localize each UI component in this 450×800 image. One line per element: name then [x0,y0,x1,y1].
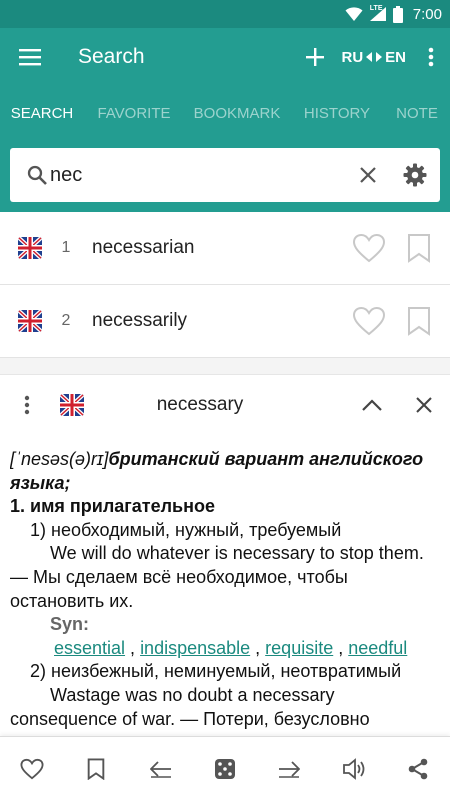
add-button[interactable] [295,28,335,86]
close-icon [360,167,376,183]
status-bar: LTE 7:00 [0,0,450,28]
heart-outline-icon [20,758,44,779]
app-bar: Search RU EN [0,28,450,86]
settings-button[interactable] [390,163,440,187]
list-item[interactable]: 1 necessarian [0,212,450,285]
example-1: We will do whatever is necessary to stop… [10,543,424,611]
menu-icon [19,49,41,66]
swap-arrows-icon [366,52,383,62]
pronounce-button[interactable] [329,744,379,794]
favorite-word-button[interactable] [7,744,57,794]
synonyms-label: Syn: [50,614,90,635]
close-icon [416,396,432,413]
result-number: 1 [61,239,71,256]
results-list: 1 necessarian 2 necessarily [0,212,450,358]
previous-word-button[interactable] [136,744,186,794]
result-number: 2 [61,312,71,329]
card-header: necessary [0,374,450,434]
favorite-button[interactable] [344,306,394,336]
battery-icon [392,5,403,23]
random-word-button[interactable] [200,744,250,794]
next-word-button[interactable] [264,744,314,794]
heart-outline-icon [352,233,386,263]
sense-2: 2) неизбежный, неминуемый, неотвратимый [30,661,402,682]
card-title: necessary [156,393,244,415]
clock: 7:00 [412,5,442,23]
more-vert-icon [24,395,30,414]
bookmark-button[interactable] [394,306,444,336]
search-box [10,148,440,202]
more-vert-icon [428,47,434,67]
signal-icon: LTE [369,5,387,22]
share-button[interactable] [393,744,443,794]
tab-bar: SEARCH FAVORITE BOOKMARK HISTORY NOTE [0,86,450,142]
search-icon [10,165,50,185]
bookmark-outline-icon [408,234,430,263]
tab-search[interactable]: SEARCH [0,86,84,142]
arrow-right-icon [279,760,301,778]
synonym-link[interactable]: essential [54,638,125,658]
menu-button[interactable] [0,28,60,86]
example-2: Wastage was no doubt a necessary consequ… [10,684,370,729]
dice-icon [214,758,235,779]
tab-history[interactable]: HISTORY [290,86,384,142]
bottom-toolbar [0,736,450,800]
list-item[interactable]: 2 necessarily [0,285,450,358]
tab-note[interactable]: NOTE [384,86,450,142]
synonym-link[interactable]: requisite [265,638,333,658]
bookmark-outline-icon [408,307,430,336]
chevron-up-icon [362,398,382,411]
bookmark-button[interactable] [394,233,444,263]
search-area [0,142,450,212]
divider [0,358,450,374]
heart-outline-icon [352,306,386,336]
bookmark-outline-icon [88,758,105,780]
arrow-left-icon [149,760,171,778]
result-word: necessarian [92,237,195,258]
search-input[interactable] [50,163,346,187]
favorite-button[interactable] [344,233,394,263]
page-title: Search [78,45,145,68]
card-menu-button[interactable] [0,395,54,415]
synonyms-list: essential , indispensable , requisite , … [54,637,408,658]
lang-from: RU [341,48,364,66]
speaker-icon [342,757,364,780]
wifi-icon [345,6,363,22]
synonym-link[interactable]: needful [348,638,407,658]
tab-bookmark[interactable]: BOOKMARK [184,86,290,142]
gear-icon [403,163,427,187]
uk-flag-icon [18,237,42,259]
uk-flag-icon [18,310,42,332]
transcription: [ˈnesəs(ə)rɪ] [10,449,109,469]
part-of-speech: 1. имя прилагательное [10,496,215,517]
network-type: LTE [369,5,383,12]
entry-header-line: [ˈnesəs(ə)rɪ]британский вариант английск… [10,448,440,495]
language-switch-button[interactable]: RU EN [341,28,406,86]
result-word: necessarily [92,310,188,331]
clear-search-button[interactable] [346,167,390,183]
overflow-menu-button[interactable] [412,28,450,86]
plus-icon [306,48,325,66]
sense-1: 1) необходимый, нужный, требуемый [30,519,342,540]
dictionary-entry: [ˈnesəs(ə)rɪ]британский вариант английск… [10,448,440,734]
lang-to: EN [385,48,406,66]
close-card-button[interactable] [398,396,450,413]
share-icon [408,758,428,779]
collapse-button[interactable] [346,398,398,412]
tab-favorite[interactable]: FAVORITE [84,86,184,142]
synonym-link[interactable]: indispensable [140,638,250,658]
bookmark-word-button[interactable] [71,744,121,794]
uk-flag-icon [60,393,84,416]
